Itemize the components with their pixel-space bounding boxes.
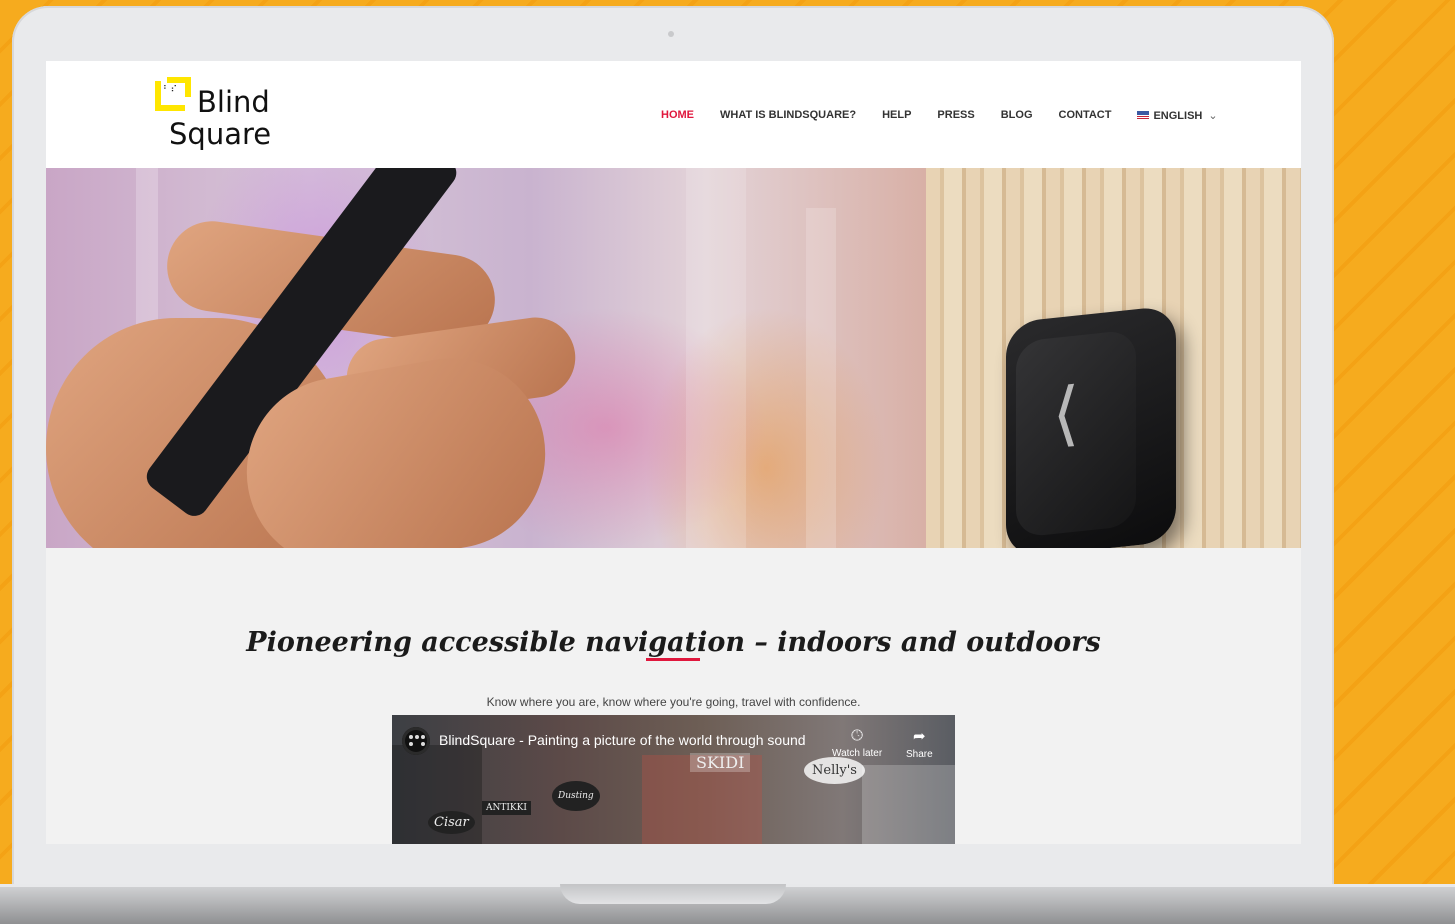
logo-mark-icon: ⠃⠎ bbox=[155, 77, 191, 111]
logo-text-blind: Blind bbox=[197, 85, 270, 119]
video-player[interactable]: SKIDI Nelly's ANTIKKI Cisar Dusting Blin… bbox=[392, 715, 955, 844]
nav-contact[interactable]: CONTACT bbox=[1059, 109, 1112, 122]
page-headline: Pioneering accessible navigation – indoo… bbox=[246, 627, 1101, 659]
page-subheadline: Know where you are, know where you're go… bbox=[486, 695, 861, 709]
video-sign-dusting: Dusting bbox=[552, 781, 600, 811]
nav-home[interactable]: HOME bbox=[661, 109, 694, 122]
video-title[interactable]: BlindSquare - Painting a picture of the … bbox=[439, 732, 806, 748]
watch-later-button[interactable]: 🕓︎ Watch later bbox=[832, 727, 882, 759]
nav-what-is-blindsquare[interactable]: WHAT IS BLINDSQUARE? bbox=[720, 109, 856, 122]
video-sign-antikki: ANTIKKI bbox=[482, 801, 531, 815]
blindsquare-logo[interactable]: ⠃⠎ Blind Square bbox=[155, 77, 285, 151]
nav-language-dropdown[interactable]: ENGLISH ⌄ bbox=[1137, 109, 1218, 122]
nav-press[interactable]: PRESS bbox=[937, 109, 974, 122]
video-sign-nelly: Nelly's bbox=[804, 757, 865, 784]
beacon-device-image: ⟨ bbox=[1006, 305, 1176, 548]
nav-blog[interactable]: BLOG bbox=[1001, 109, 1033, 122]
hero-photo-phone bbox=[46, 168, 926, 548]
chevron-down-icon: ⌄ bbox=[1208, 110, 1218, 122]
video-sign-cisar: Cisar bbox=[428, 811, 475, 834]
site-header: ⠃⠎ Blind Square HOME WHAT IS BLINDSQUARE… bbox=[46, 61, 1301, 168]
share-arrow-icon: ➦ bbox=[913, 728, 926, 745]
clock-icon: 🕓︎ bbox=[851, 727, 864, 744]
hero-banner: ⟨ bbox=[46, 168, 1301, 548]
nav-help[interactable]: HELP bbox=[882, 109, 911, 122]
headline-divider bbox=[646, 658, 700, 661]
logo-text-square: Square bbox=[169, 117, 272, 151]
laptop-opening-notch bbox=[560, 884, 786, 904]
laptop-screen: ⠃⠎ Blind Square HOME WHAT IS BLINDSQUARE… bbox=[46, 61, 1301, 844]
share-button[interactable]: ➦ Share bbox=[906, 727, 933, 760]
laptop-camera bbox=[668, 31, 674, 37]
beacon-logo-icon: ⟨ bbox=[1052, 371, 1080, 457]
main-nav: HOME WHAT IS BLINDSQUARE? HELP PRESS BLO… bbox=[661, 109, 1218, 122]
us-flag-icon bbox=[1137, 111, 1150, 119]
video-sign-skidi: SKIDI bbox=[690, 753, 751, 772]
channel-avatar-icon[interactable] bbox=[402, 727, 430, 755]
